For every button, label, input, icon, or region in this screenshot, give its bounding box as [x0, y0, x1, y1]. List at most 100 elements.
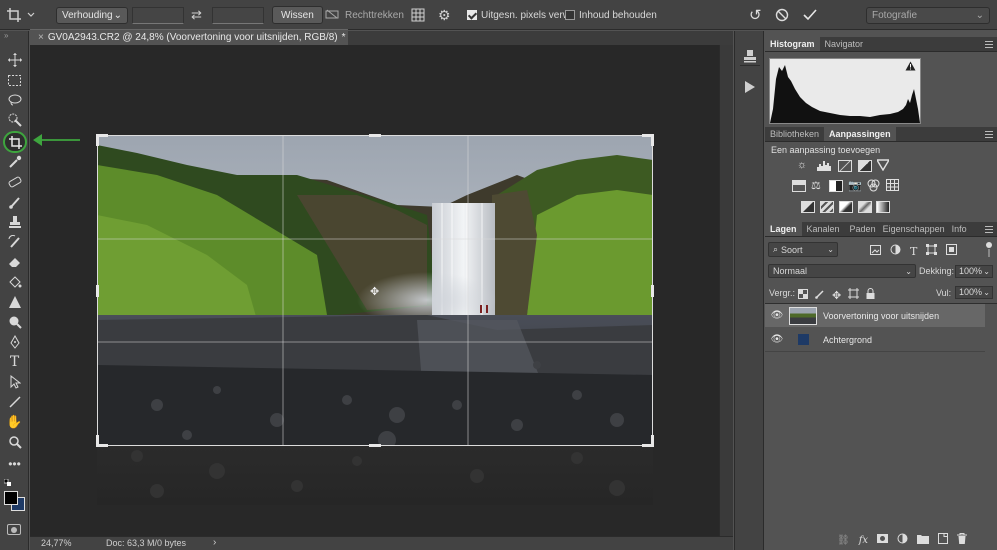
warning-icon[interactable] [905, 61, 916, 71]
black-white-icon[interactable] [829, 180, 843, 192]
vertical-scrollbar[interactable] [719, 45, 733, 536]
clone-stamp-tool-icon[interactable] [3, 213, 26, 231]
hue-saturation-icon[interactable] [792, 180, 806, 192]
crop-handle-bottom[interactable] [369, 444, 381, 447]
path-selection-tool-icon[interactable] [3, 373, 26, 391]
paint-bucket-tool-icon[interactable] [3, 273, 26, 291]
color-balance-icon[interactable]: ⚖ [811, 179, 821, 192]
new-layer-icon[interactable] [938, 533, 949, 547]
gear-icon[interactable]: ⚙ [438, 0, 451, 30]
healing-brush-tool-icon[interactable] [3, 173, 26, 191]
panel-menu-icon[interactable] [985, 41, 993, 48]
crop-handle-bottom-left[interactable] [96, 435, 108, 447]
lock-pixels-icon[interactable] [815, 289, 825, 302]
tab-paths[interactable]: Paden [845, 222, 881, 236]
filter-pixel-icon[interactable] [870, 244, 881, 258]
filter-type-icon[interactable]: T [910, 245, 917, 258]
pen-tool-icon[interactable] [3, 333, 26, 351]
cancel-icon[interactable] [775, 0, 789, 30]
crop-handle-top-right[interactable] [642, 134, 654, 146]
eye-visibility-icon[interactable]: 👁 [765, 334, 789, 345]
fill-field[interactable]: 100% ⌄ [955, 286, 993, 299]
commit-check-icon[interactable] [803, 0, 817, 30]
line-tool-icon[interactable] [3, 393, 26, 411]
eraser-tool-icon[interactable] [3, 253, 26, 271]
chevron-right-icon[interactable]: › [213, 537, 216, 548]
color-lookup-icon[interactable] [886, 179, 899, 194]
grid-overlay-icon[interactable] [411, 0, 425, 30]
filter-shape-icon[interactable] [926, 244, 938, 258]
photo-filter-icon[interactable]: 📷 [848, 179, 862, 192]
lock-all-icon[interactable] [866, 288, 875, 302]
channel-mixer-icon[interactable] [867, 179, 880, 195]
add-mask-icon[interactable] [877, 534, 889, 546]
tab-histogram[interactable]: Histogram [765, 37, 820, 51]
width-field[interactable] [132, 6, 184, 24]
clear-button[interactable]: Wissen [272, 6, 323, 24]
panel-menu-icon[interactable] [985, 226, 993, 233]
invert-icon[interactable] [801, 201, 815, 213]
crop-handle-top[interactable] [369, 134, 381, 137]
swap-icon[interactable]: ⇄ [191, 0, 202, 30]
layer-style-icon[interactable]: fx [859, 535, 868, 546]
eyedropper-tool-icon[interactable] [3, 153, 26, 171]
ratio-select[interactable]: Verhouding ⌄ [56, 6, 128, 24]
layer-row-crop-preview[interactable]: 👁 Voorvertoning voor uitsnijden [765, 304, 985, 327]
reset-icon[interactable]: ↺ [749, 0, 762, 30]
lock-artboard-icon[interactable] [848, 288, 860, 302]
canvas-area[interactable]: ✥ [30, 45, 719, 536]
tab-adjustments[interactable]: Aanpassingen [824, 127, 896, 141]
tab-info[interactable]: Info [947, 222, 972, 236]
brush-tool-icon[interactable] [3, 193, 26, 211]
play-actions-icon[interactable] [744, 81, 756, 96]
tab-layers[interactable]: Lagen [765, 222, 802, 236]
tab-libraries[interactable]: Bibliotheken [765, 127, 824, 141]
lasso-tool-icon[interactable] [3, 91, 26, 109]
zoom-tool-icon[interactable] [3, 433, 26, 451]
tab-channels[interactable]: Kanalen [802, 222, 845, 236]
lock-position-icon[interactable]: ✥ [832, 289, 841, 302]
height-field[interactable] [212, 6, 264, 24]
move-tool-icon[interactable] [3, 51, 26, 69]
threshold-icon[interactable] [839, 201, 853, 213]
layer-filter-select[interactable]: ⌕ Soort ⌄ [768, 242, 838, 257]
more-tools-icon[interactable]: ••• [3, 455, 26, 473]
workspace-select[interactable]: Fotografie ⌄ [866, 6, 990, 24]
history-brush-tool-icon[interactable] [3, 233, 26, 251]
curves-icon[interactable] [838, 160, 852, 172]
new-adjustment-layer-icon[interactable] [897, 533, 908, 547]
content-aware-checkbox[interactable]: Inhoud behouden [565, 0, 657, 30]
default-colors-icon[interactable] [3, 477, 11, 486]
levels-icon[interactable] [817, 159, 831, 174]
document-tab[interactable]: × GV0A2943.CR2 @ 24,8% (Voorvertoning vo… [30, 29, 348, 45]
eye-visibility-icon[interactable]: 👁 [765, 310, 789, 321]
quick-mask-icon[interactable] [7, 524, 21, 535]
crop-handle-left[interactable] [96, 285, 99, 297]
quick-selection-tool-icon[interactable] [3, 111, 26, 129]
crop-tool-icon[interactable] [3, 131, 27, 153]
opacity-field[interactable]: 100% ⌄ [955, 265, 993, 278]
vibrance-icon[interactable] [875, 159, 891, 174]
dodge-tool-icon[interactable] [3, 313, 26, 331]
hand-tool-icon[interactable]: ✋ [3, 413, 26, 431]
link-layers-icon[interactable]: ⛓ [837, 535, 850, 546]
gradient-map-icon[interactable] [876, 201, 890, 213]
close-icon[interactable]: × [38, 32, 44, 43]
crop-handle-top-left[interactable] [96, 134, 108, 146]
posterize-icon[interactable] [820, 201, 834, 213]
selective-color-icon[interactable] [858, 201, 872, 213]
tab-properties[interactable]: Eigenschappen [881, 222, 947, 236]
marquee-tool-icon[interactable] [3, 71, 26, 89]
layer-row-background[interactable]: 👁 Achtergrond [765, 328, 985, 351]
new-group-icon[interactable] [917, 534, 930, 547]
filter-toggle-icon[interactable] [985, 242, 993, 258]
crop-handle-right[interactable] [651, 285, 654, 297]
zoom-level[interactable]: 24,77% [41, 538, 72, 548]
delete-layer-icon[interactable] [957, 533, 968, 547]
filter-smart-object-icon[interactable] [946, 244, 958, 258]
crop-handle-bottom-right[interactable] [642, 435, 654, 447]
brightness-contrast-icon[interactable]: ☼ [797, 159, 807, 171]
sharpen-tool-icon[interactable] [3, 293, 26, 311]
lock-transparent-icon[interactable] [798, 288, 808, 302]
collapse-icon[interactable]: » [4, 31, 8, 40]
